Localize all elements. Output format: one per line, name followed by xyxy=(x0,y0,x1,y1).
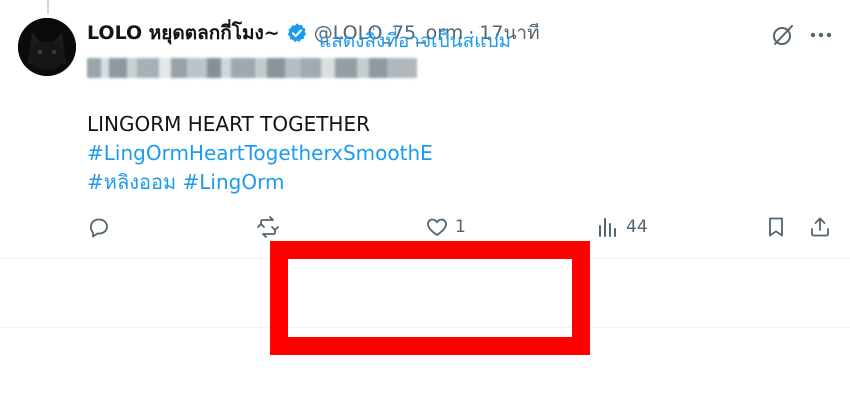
retweet-icon xyxy=(257,216,279,238)
tweet-page: LOLO หยุดตลกกี่โมง~ @LOLO_75_orm · 17นาท… xyxy=(0,0,850,409)
views-button[interactable]: 44 xyxy=(596,212,648,242)
reply-icon xyxy=(90,218,108,238)
bookmark-icon xyxy=(769,217,783,237)
hashtag-link[interactable]: #LingOrmHeartTogetherxSmoothE xyxy=(87,139,433,168)
share-icon xyxy=(811,217,829,237)
avatar[interactable] xyxy=(18,18,76,76)
share-button[interactable] xyxy=(808,212,832,242)
views-icon xyxy=(599,218,616,237)
tweet-text-line: LINGORM HEART TOGETHER xyxy=(87,112,371,136)
like-button[interactable]: 1 xyxy=(425,212,466,242)
display-name[interactable]: LOLO หยุดตลกกี่โมง~ xyxy=(87,18,280,48)
tweet-actions-bar: 1 44 xyxy=(87,212,837,242)
show-probable-spam-link[interactable]: แสดงสิ่งที่อาจเป็นสแปม xyxy=(319,26,511,56)
hashtag-link[interactable]: #หลิงออม #LingOrm xyxy=(87,168,433,197)
verified-badge-icon xyxy=(286,22,308,44)
cat-avatar-image xyxy=(18,18,76,76)
bookmark-button[interactable] xyxy=(764,212,788,242)
grok-icon[interactable] xyxy=(770,22,796,48)
retweet-button[interactable] xyxy=(256,212,280,242)
like-count: 1 xyxy=(455,217,466,237)
highlight-annotation-box xyxy=(270,241,590,355)
reply-button[interactable] xyxy=(87,212,111,242)
blurred-text xyxy=(87,58,417,78)
tweet-text: LINGORM HEART TOGETHER #LingOrmHeartToge… xyxy=(87,110,433,197)
more-options-icon[interactable] xyxy=(808,22,834,48)
thread-line xyxy=(47,0,49,14)
heart-icon xyxy=(427,218,447,236)
views-count: 44 xyxy=(626,217,648,237)
